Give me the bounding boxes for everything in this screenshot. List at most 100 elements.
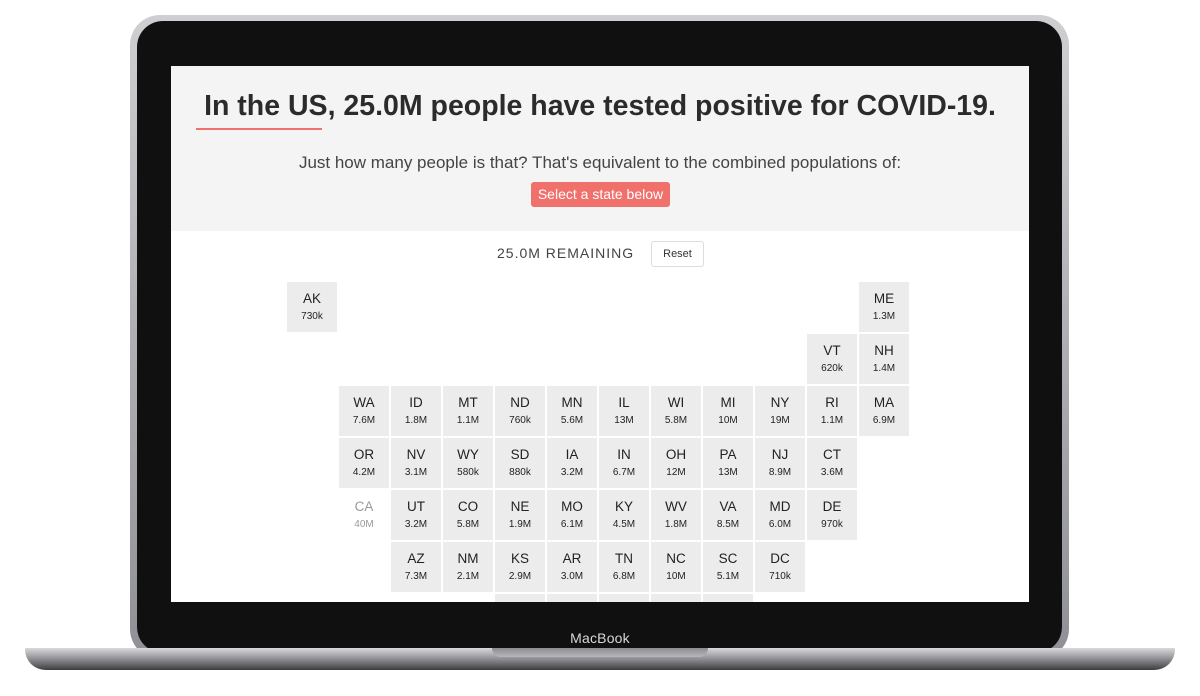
state-abbr: MT bbox=[458, 395, 478, 410]
state-population: 19M bbox=[770, 415, 790, 426]
state-tile-wa[interactable]: WA 7.6M bbox=[339, 386, 389, 436]
state-tile[interactable] bbox=[495, 594, 545, 602]
state-tile[interactable] bbox=[599, 594, 649, 602]
state-tile-mo[interactable]: MO 6.1M bbox=[547, 490, 597, 540]
state-tile-ks[interactable]: KS 2.9M bbox=[495, 542, 545, 592]
state-abbr: MA bbox=[873, 395, 895, 410]
state-abbr: MN bbox=[561, 395, 583, 410]
state-population: 1.1M bbox=[456, 415, 480, 426]
state-abbr: NV bbox=[406, 447, 426, 462]
state-abbr: CO bbox=[457, 499, 479, 514]
state-population: 5.8M bbox=[456, 519, 480, 530]
state-population: 12M bbox=[666, 467, 686, 478]
state-tile-wv[interactable]: WV 1.8M bbox=[651, 490, 701, 540]
state-tile-mt[interactable]: MT 1.1M bbox=[443, 386, 493, 436]
state-abbr: VA bbox=[719, 499, 737, 514]
reset-button[interactable]: Reset bbox=[651, 241, 704, 267]
state-tile-nj[interactable]: NJ 8.9M bbox=[755, 438, 805, 488]
state-population: 970k bbox=[821, 519, 843, 530]
state-population: 6.8M bbox=[612, 571, 636, 582]
state-tile-nh[interactable]: NH 1.4M bbox=[859, 334, 909, 384]
state-tile-vt[interactable]: VT 620k bbox=[807, 334, 857, 384]
state-population: 580k bbox=[457, 467, 479, 478]
state-tile-nv[interactable]: NV 3.1M bbox=[391, 438, 441, 488]
state-abbr: WI bbox=[667, 395, 685, 410]
state-tile-nm[interactable]: NM 2.1M bbox=[443, 542, 493, 592]
state-population: 13M bbox=[718, 467, 738, 478]
state-abbr: KS bbox=[510, 551, 529, 566]
state-tile-id[interactable]: ID 1.8M bbox=[391, 386, 441, 436]
state-tile-tn[interactable]: TN 6.8M bbox=[599, 542, 649, 592]
state-tile[interactable] bbox=[703, 594, 753, 602]
state-tile-sc[interactable]: SC 5.1M bbox=[703, 542, 753, 592]
state-tile-in[interactable]: IN 6.7M bbox=[599, 438, 649, 488]
state-abbr: NC bbox=[666, 551, 686, 566]
page-subline: Just how many people is that? That's equ… bbox=[298, 153, 902, 172]
state-tile[interactable] bbox=[547, 594, 597, 602]
state-population: 3.2M bbox=[560, 467, 584, 478]
state-population: 13M bbox=[614, 415, 634, 426]
state-tile-wi[interactable]: WI 5.8M bbox=[651, 386, 701, 436]
state-tile-ri[interactable]: RI 1.1M bbox=[807, 386, 857, 436]
state-tile-ct[interactable]: CT 3.6M bbox=[807, 438, 857, 488]
state-tile-ky[interactable]: KY 4.5M bbox=[599, 490, 649, 540]
state-tile-wy[interactable]: WY 580k bbox=[443, 438, 493, 488]
hero-section: In the US, 25.0M people have tested posi… bbox=[171, 66, 1029, 231]
screen: In the US, 25.0M people have tested posi… bbox=[171, 66, 1029, 602]
state-tile-ar[interactable]: AR 3.0M bbox=[547, 542, 597, 592]
state-tile-il[interactable]: IL 13M bbox=[599, 386, 649, 436]
state-tile-ut[interactable]: UT 3.2M bbox=[391, 490, 441, 540]
state-abbr: AZ bbox=[407, 551, 425, 566]
laptop-notch bbox=[492, 648, 708, 657]
state-population: 6.1M bbox=[560, 519, 584, 530]
page-headline: In the US, 25.0M people have tested posi… bbox=[204, 90, 996, 122]
state-tile-de[interactable]: DE 970k bbox=[807, 490, 857, 540]
state-tile-az[interactable]: AZ 7.3M bbox=[391, 542, 441, 592]
state-population: 1.9M bbox=[508, 519, 532, 530]
state-tile-ma[interactable]: MA 6.9M bbox=[859, 386, 909, 436]
state-population: 6.0M bbox=[768, 519, 792, 530]
state-tile-mi[interactable]: MI 10M bbox=[703, 386, 753, 436]
state-tile-md[interactable]: MD 6.0M bbox=[755, 490, 805, 540]
state-population: 3.1M bbox=[404, 467, 428, 478]
state-abbr: DC bbox=[770, 551, 790, 566]
state-abbr: WY bbox=[457, 447, 479, 462]
state-tile-ia[interactable]: IA 3.2M bbox=[547, 438, 597, 488]
state-abbr: AR bbox=[562, 551, 582, 566]
state-abbr: WV bbox=[665, 499, 687, 514]
state-tile-ca: CA 40M bbox=[339, 490, 389, 540]
state-abbr: OH bbox=[665, 447, 687, 462]
state-population: 7.3M bbox=[404, 571, 428, 582]
state-population: 10M bbox=[718, 415, 738, 426]
state-tile-ak[interactable]: AK 730k bbox=[287, 282, 337, 332]
state-population: 2.9M bbox=[508, 571, 532, 582]
state-abbr: NY bbox=[770, 395, 790, 410]
state-tile-or[interactable]: OR 4.2M bbox=[339, 438, 389, 488]
state-tile-mn[interactable]: MN 5.6M bbox=[547, 386, 597, 436]
state-tile-dc[interactable]: DC 710k bbox=[755, 542, 805, 592]
state-abbr: MI bbox=[720, 395, 736, 410]
state-tile-ne[interactable]: NE 1.9M bbox=[495, 490, 545, 540]
state-abbr: ID bbox=[409, 395, 423, 410]
state-population: 8.5M bbox=[716, 519, 740, 530]
state-tile-me[interactable]: ME 1.3M bbox=[859, 282, 909, 332]
state-tile-oh[interactable]: OH 12M bbox=[651, 438, 701, 488]
state-population: 3.0M bbox=[560, 571, 584, 582]
state-abbr: CA bbox=[354, 499, 374, 514]
state-tile-nc[interactable]: NC 10M bbox=[651, 542, 701, 592]
state-tile-ny[interactable]: NY 19M bbox=[755, 386, 805, 436]
state-abbr: NM bbox=[457, 551, 479, 566]
state-tile-sd[interactable]: SD 880k bbox=[495, 438, 545, 488]
state-population: 730k bbox=[301, 311, 323, 322]
state-tile-va[interactable]: VA 8.5M bbox=[703, 490, 753, 540]
state-abbr: NH bbox=[874, 343, 894, 358]
state-tile-pa[interactable]: PA 13M bbox=[703, 438, 753, 488]
state-abbr: MD bbox=[769, 499, 791, 514]
state-abbr: NJ bbox=[771, 447, 789, 462]
state-population: 6.7M bbox=[612, 467, 636, 478]
state-tile[interactable] bbox=[651, 594, 701, 602]
state-population: 40M bbox=[354, 519, 374, 530]
state-tile-nd[interactable]: ND 760k bbox=[495, 386, 545, 436]
state-population: 5.8M bbox=[664, 415, 688, 426]
state-tile-co[interactable]: CO 5.8M bbox=[443, 490, 493, 540]
